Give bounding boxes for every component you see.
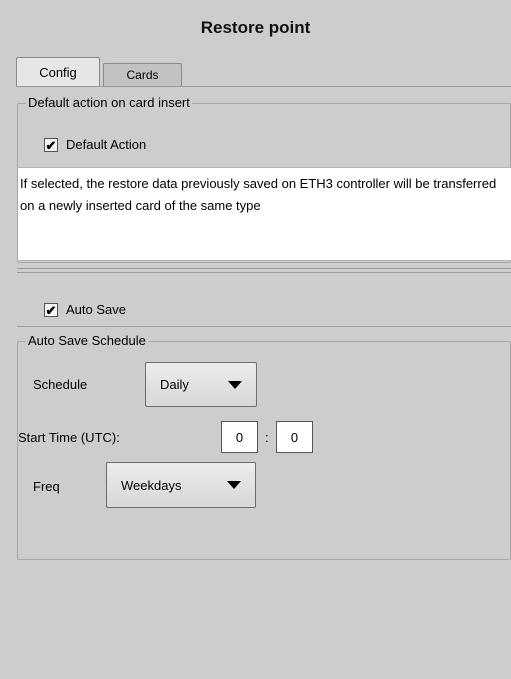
- page-title: Restore point: [200, 18, 311, 37]
- triangle-down-icon: [227, 481, 241, 489]
- checkmark-icon: ✔: [45, 137, 57, 153]
- freq-dropdown-value: Weekdays: [121, 477, 182, 493]
- schedule-dropdown[interactable]: Daily: [145, 362, 257, 407]
- auto-save-label: Auto Save: [66, 302, 126, 317]
- section-divider: [17, 268, 511, 269]
- default-action-legend: Default action on card insert: [26, 95, 192, 110]
- tab-strip-divider: [16, 86, 511, 87]
- section-divider: [17, 272, 511, 273]
- start-minute-input[interactable]: 0: [276, 421, 313, 453]
- start-minute-value: 0: [290, 429, 299, 445]
- auto-save-schedule-legend: Auto Save Schedule: [26, 333, 148, 348]
- default-action-label: Default Action: [66, 137, 147, 152]
- start-hour-value: 0: [235, 429, 244, 445]
- tab-cards[interactable]: Cards: [103, 63, 182, 86]
- freq-label: Freq: [33, 479, 60, 494]
- schedule-dropdown-value: Daily: [160, 377, 189, 392]
- start-hour-input[interactable]: 0: [221, 421, 258, 453]
- default-action-description-box: If selected, the restore data previously…: [18, 167, 511, 261]
- tab-config-label: Config: [39, 64, 77, 80]
- freq-dropdown[interactable]: Weekdays: [106, 462, 256, 508]
- default-action-checkbox[interactable]: ✔: [44, 138, 58, 152]
- auto-save-schedule-group: [17, 341, 511, 560]
- tab-config[interactable]: Config: [16, 57, 100, 86]
- checkmark-icon: ✔: [45, 302, 57, 318]
- section-divider: [17, 326, 511, 327]
- auto-save-checkbox[interactable]: ✔: [44, 303, 58, 317]
- triangle-down-icon: [228, 380, 242, 389]
- default-action-description: If selected, the restore data previously…: [20, 176, 497, 213]
- start-time-label: Start Time (UTC):: [18, 430, 120, 445]
- tab-cards-label: Cards: [126, 68, 159, 82]
- time-separator: :: [265, 430, 269, 445]
- schedule-label: Schedule: [33, 377, 88, 392]
